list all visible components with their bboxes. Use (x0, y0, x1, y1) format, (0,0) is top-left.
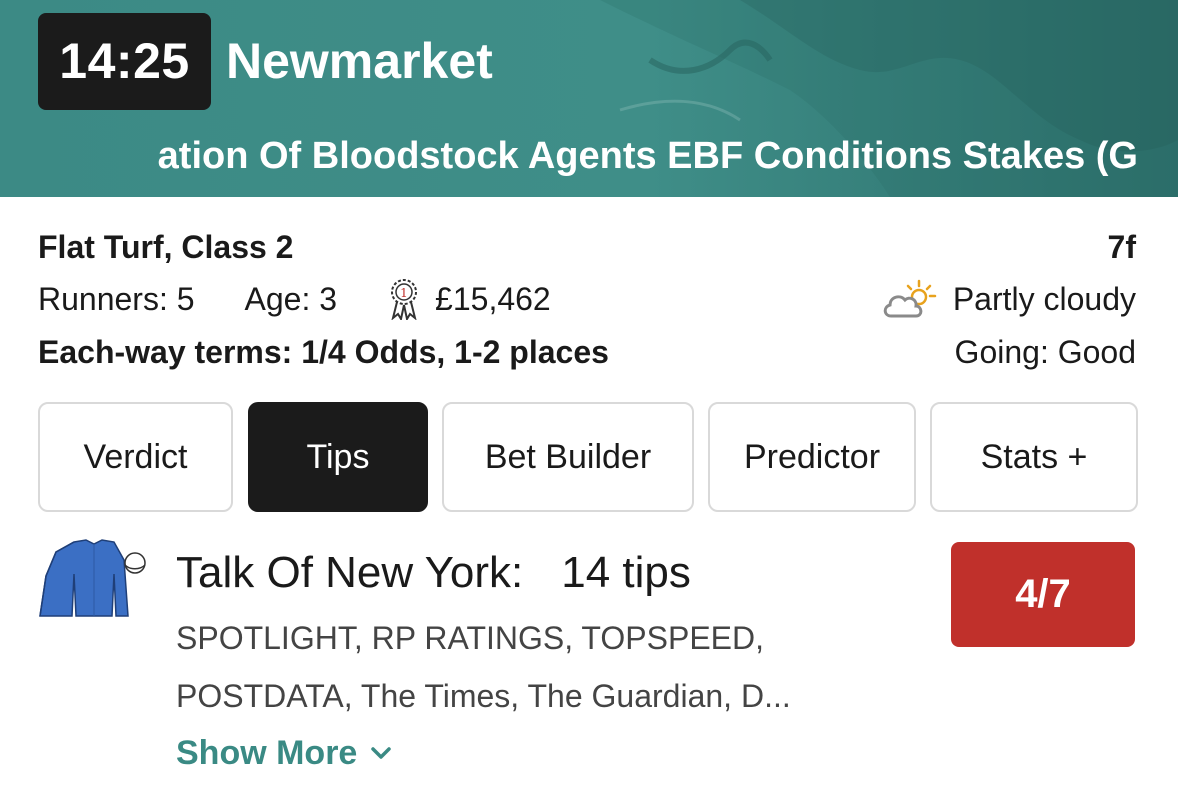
runners-count: Runners: 5 (38, 281, 195, 317)
horse-name: Talk Of New York: (176, 548, 524, 597)
race-tabs: Verdict Tips Bet Builder Predictor Stats… (38, 402, 1138, 512)
race-title-text: ation Of Bloodstock Agents EBF Condition… (157, 135, 1138, 177)
jockey-silks-icon (39, 539, 146, 617)
svg-text:1: 1 (400, 286, 408, 300)
race-type-class: Flat Turf, Class 2 (38, 229, 294, 265)
venue-name: Newmarket (226, 33, 493, 89)
odds-button[interactable]: 4/7 (951, 542, 1135, 647)
each-way-terms: Each-way terms: 1/4 Odds, 1-2 places (38, 334, 609, 370)
race-meta: Runners: 5 Age: 3 1 £15,462 (38, 278, 551, 320)
tipped-horse: Talk Of New York: 14 tips (176, 545, 691, 601)
tipster-sources-line-1: SPOTLIGHT, RP RATINGS, TOPSPEED, (176, 620, 764, 656)
weather-text: Partly cloudy (952, 281, 1136, 317)
weather: Partly cloudy (881, 278, 1136, 320)
tips-count: 14 tips (561, 548, 691, 597)
show-more-link[interactable]: Show More (176, 727, 395, 779)
rosette-icon: 1 (391, 279, 418, 320)
prize-money: £15,462 (435, 281, 551, 317)
race-details-row-1: Flat Turf, Class 2 7f (38, 226, 1136, 268)
race-header: 14:25 Newmarket ation Of Bloodstock Agen… (0, 0, 1178, 197)
race-details-row-3: Each-way terms: 1/4 Odds, 1-2 places Goi… (38, 331, 1136, 373)
tab-bet-builder[interactable]: Bet Builder (442, 402, 694, 512)
race-title: ation Of Bloodstock Agents EBF Condition… (0, 126, 1178, 186)
tipster-sources: SPOTLIGHT, RP RATINGS, TOPSPEED, POSTDAT… (176, 609, 916, 725)
race-time: 14:25 (38, 13, 211, 110)
going: Going: Good (954, 334, 1136, 370)
chevron-down-icon (371, 747, 392, 759)
age-restriction: Age: 3 (244, 281, 338, 317)
tab-tips[interactable]: Tips (248, 402, 428, 512)
show-more-label: Show More (176, 734, 358, 772)
race-distance: 7f (1107, 229, 1136, 265)
tipster-sources-line-2: POSTDATA, The Times, The Guardian, D... (176, 678, 791, 714)
tab-verdict[interactable]: Verdict (38, 402, 233, 512)
partly-cloudy-icon (883, 279, 937, 318)
tab-predictor[interactable]: Predictor (708, 402, 916, 512)
race-details-row-2: Runners: 5 Age: 3 1 £15,462 Partly cloudy (38, 278, 1136, 320)
tab-stats[interactable]: Stats + (930, 402, 1138, 512)
